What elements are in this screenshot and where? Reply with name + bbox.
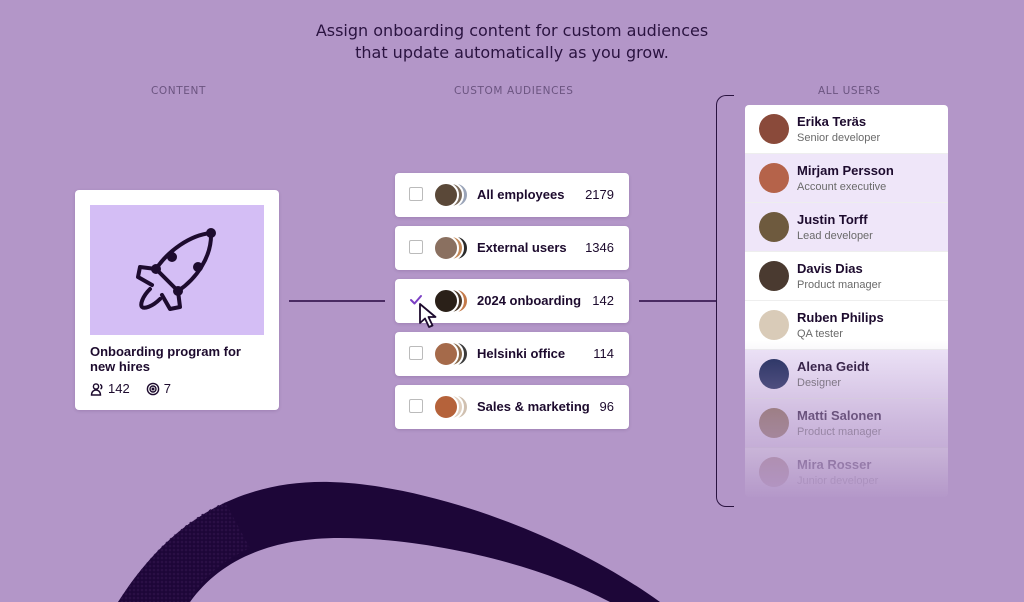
audience-count: 2179	[585, 187, 614, 202]
audience-name: All employees	[477, 187, 565, 202]
user-role: Product manager	[797, 279, 882, 291]
audience-name: 2024 onboarding	[477, 293, 582, 308]
audience-checkbox[interactable]	[409, 346, 423, 360]
people-icon	[90, 382, 103, 396]
avatar	[759, 212, 789, 242]
avatar	[759, 359, 789, 389]
avatar	[759, 310, 789, 340]
audience-count: 114	[593, 346, 614, 361]
headline-line-2: that update automatically as you grow.	[355, 43, 669, 62]
user-row[interactable]: Erika Teräs Senior developer	[745, 105, 948, 154]
user-name: Alena Geidt	[797, 359, 870, 374]
audience-avatars	[433, 392, 473, 422]
mouse-cursor-icon	[419, 303, 437, 328]
audience-checkbox[interactable]	[409, 240, 423, 254]
connector-content-audiences	[289, 300, 385, 302]
user-row[interactable]: Mira Rosser Junior developer	[745, 448, 948, 497]
user-role: Senior developer	[797, 132, 881, 144]
user-row[interactable]: Mirjam Persson Account executive	[745, 154, 948, 203]
audience-count: 1346	[585, 240, 614, 255]
content-card[interactable]: Onboarding program for new hires 142 7	[75, 190, 279, 410]
avatar	[759, 261, 789, 291]
audience-count: 142	[592, 293, 614, 308]
audience-name: Sales & marketing	[477, 399, 590, 414]
user-role: Account executive	[797, 181, 887, 193]
user-name: Ruben Philips	[797, 310, 884, 325]
avatar	[759, 114, 789, 144]
content-thumbnail	[90, 205, 264, 335]
modules-count: 7	[163, 381, 171, 396]
user-role: Product manager	[797, 426, 882, 438]
content-meta: 142 7	[90, 381, 171, 396]
audience-row[interactable]: Helsinki office 114	[395, 332, 629, 376]
user-role: Designer	[797, 377, 842, 389]
audience-avatars	[433, 180, 473, 210]
user-row[interactable]: Davis Dias Product manager	[745, 252, 948, 301]
audience-row[interactable]: External users 1346	[395, 226, 629, 270]
users-bracket	[716, 95, 734, 507]
content-title-line-2: new hires	[90, 359, 150, 374]
user-role: QA tester	[797, 328, 843, 340]
audience-checkbox[interactable]	[409, 399, 423, 413]
audience-avatars	[433, 339, 473, 369]
user-name: Erika Teräs	[797, 114, 867, 129]
target-icon	[146, 382, 160, 395]
users-column-label: ALL USERS	[818, 85, 881, 97]
audiences-column-label: CUSTOM AUDIENCES	[454, 85, 574, 97]
avatar	[759, 408, 789, 438]
user-row[interactable]: Matti Salonen Product manager	[745, 399, 948, 448]
audience-count: 96	[599, 399, 614, 414]
audience-name: Helsinki office	[477, 346, 566, 361]
user-name: Davis Dias	[797, 261, 863, 276]
headline: Assign onboarding content for custom aud…	[0, 20, 1024, 64]
audience-checkbox[interactable]	[409, 187, 423, 201]
rocket-icon	[136, 228, 216, 311]
connector-audiences-users	[639, 300, 716, 302]
headline-line-1: Assign onboarding content for custom aud…	[315, 21, 709, 40]
content-column-label: CONTENT	[151, 85, 206, 97]
user-name: Matti Salonen	[797, 408, 882, 423]
content-title-line-1: Onboarding program for	[90, 344, 241, 359]
audience-name: External users	[477, 240, 567, 255]
user-role: Junior developer	[797, 475, 879, 487]
user-row[interactable]: Justin Torff Lead developer	[745, 203, 948, 252]
audience-row[interactable]: All employees 2179	[395, 173, 629, 217]
user-row[interactable]: Alena Geidt Designer	[745, 350, 948, 399]
user-row[interactable]: Ruben Philips QA tester	[745, 301, 948, 350]
user-role: Lead developer	[797, 230, 873, 242]
users-list: Erika Teräs Senior developer Mirjam Pers…	[745, 105, 948, 497]
audience-avatars	[433, 233, 473, 263]
learners-count: 142	[108, 381, 130, 396]
user-name: Mira Rosser	[797, 457, 872, 472]
content-title: Onboarding program for new hires	[90, 344, 270, 374]
avatar	[759, 457, 789, 487]
user-name: Mirjam Persson	[797, 163, 894, 178]
audience-row[interactable]: Sales & marketing 96	[395, 385, 629, 429]
avatar	[759, 163, 789, 193]
user-name: Justin Torff	[797, 212, 868, 227]
